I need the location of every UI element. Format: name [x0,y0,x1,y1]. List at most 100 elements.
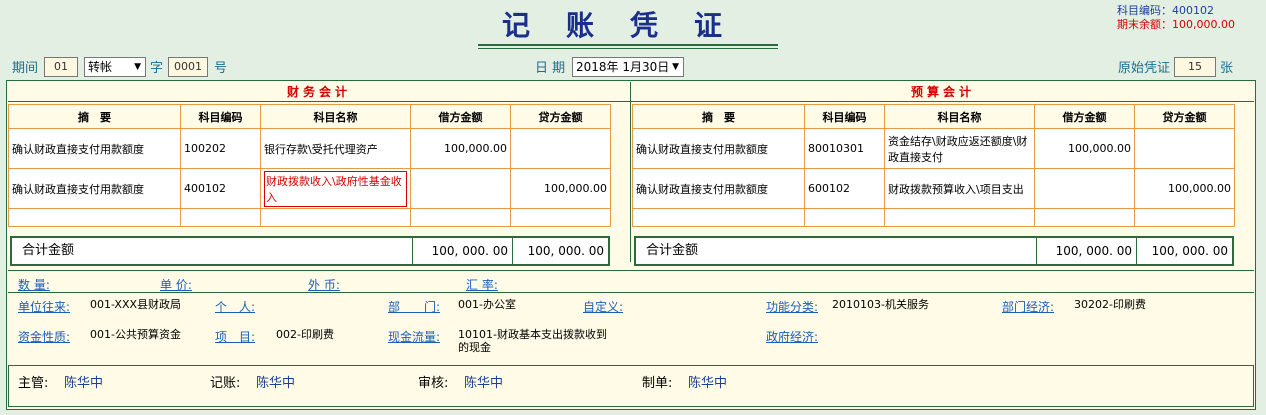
dept-economy-value: 30202-印刷费 [1074,298,1146,311]
summary-cell[interactable]: 确认财政直接支付用款额度 [8,168,181,209]
debit-cell[interactable]: 100,000.00 [410,128,511,169]
subject-name-cell[interactable]: 财政拨款预算收入\项目支出 [884,168,1035,209]
credit-cell[interactable]: 100,000.00 [510,168,611,209]
department-value: 001-办公室 [458,298,516,311]
summary-cell[interactable]: 确认财政直接支付用款额度 [8,128,181,169]
empty-cell[interactable] [1034,208,1135,227]
project-value: 002-印刷费 [276,328,334,341]
empty-cell[interactable] [410,208,511,227]
voucher-type-value: 转帐 [88,60,113,74]
original-voucher-count-input[interactable]: 15 [1174,57,1216,77]
debit-cell[interactable]: 100,000.00 [1034,128,1135,169]
subject-code-cell[interactable]: 100202 [180,128,261,169]
supervisor-name: 陈华中 [64,376,104,391]
voucher-title: 记账凭证 [501,9,758,42]
supervisor-label: 主管: [18,376,49,391]
unit-contact-link[interactable]: 单位往来: [18,298,70,315]
column-divider [630,82,631,262]
col-credit: 贷方金额 [1134,104,1235,129]
cash-flow-link[interactable]: 现金流量: [388,328,440,345]
empty-cell[interactable] [1134,208,1235,227]
period-end-balance: 期末余额：100,000.00 [1117,18,1235,31]
aux-divider [8,292,1254,293]
maker-name: 陈华中 [688,376,728,391]
empty-cell[interactable] [260,208,411,227]
function-class-link[interactable]: 功能分类: [766,298,818,315]
dept-economy-link[interactable]: 部门经济: [1002,298,1054,315]
table-header-row: 摘 要 科目编码 科目名称 借方金额 贷方金额 [632,104,1235,129]
date-label: 日 期 [535,61,566,76]
empty-cell[interactable] [8,208,181,227]
zi-label: 字 [150,61,164,76]
voucher-type-select[interactable]: 转帐 ▼ [84,57,146,77]
subject-code-cell[interactable]: 400102 [180,168,261,209]
empty-cell[interactable] [632,208,805,227]
finance-accounting-title: 财务会计 [286,85,351,99]
person-link[interactable]: 个 人: [215,298,255,315]
unit-contact-value: 001-XXX县财政局 [90,298,182,311]
budget-total-row: 合计金额 100, 000. 00 100, 000. 00 [634,236,1234,266]
total-debit: 100, 000. 00 [1036,238,1136,264]
fund-nature-link[interactable]: 资金性质: [18,328,70,345]
period-input[interactable]: 01 [44,57,78,77]
auditor-label: 审核: [418,376,449,391]
chevron-down-icon: ▼ [672,62,679,72]
date-picker[interactable]: 2018年 1月30日 ▼ [572,57,684,77]
table-row-empty[interactable] [8,208,611,227]
project-link[interactable]: 项 目: [215,328,255,345]
credit-cell[interactable] [510,128,611,169]
total-label: 合计金额 [22,243,75,258]
title-underline [478,44,778,46]
fund-nature-value: 001-公共预算资金 [90,328,181,341]
department-link[interactable]: 部 门: [388,298,440,315]
unit-price-link[interactable]: 单 价: [160,276,192,293]
function-class-value: 2010103-机关服务 [832,298,929,311]
subject-name-cell[interactable]: 资金结存\财政应返还额度\财政直接支付 [884,128,1035,169]
total-credit: 100, 000. 00 [1136,238,1232,264]
foreign-currency-link[interactable]: 外 币: [308,276,340,293]
table-row[interactable]: 确认财政直接支付用款额度 80010301 资金结存\财政应返还额度\财政直接支… [632,128,1235,169]
table-row[interactable]: 确认财政直接支付用款额度 400102 财政拨款收入\政府性基金收入 100,0… [8,168,611,209]
exchange-rate-link[interactable]: 汇 率: [466,276,498,293]
subject-code-cell[interactable]: 600102 [804,168,885,209]
cash-flow-value-line2: 的现金 [458,341,491,354]
debit-cell[interactable] [410,168,511,209]
period-label: 期间 [12,61,39,76]
total-label: 合计金额 [646,243,699,258]
voucher-number-input[interactable]: 0001 [168,57,208,77]
section-divider [8,101,1254,102]
aux-divider-top [8,270,1254,271]
empty-cell[interactable] [180,208,261,227]
col-subject-code: 科目编码 [180,104,261,129]
table-row[interactable]: 确认财政直接支付用款额度 600102 财政拨款预算收入\项目支出 100,00… [632,168,1235,209]
summary-cell[interactable]: 确认财政直接支付用款额度 [632,168,805,209]
table-row[interactable]: 确认财政直接支付用款额度 100202 银行存款\受托代理资产 100,000.… [8,128,611,169]
budget-entries-table: 摘 要 科目编码 科目名称 借方金额 贷方金额 确认财政直接支付用款额度 800… [632,104,1235,227]
col-debit: 借方金额 [410,104,511,129]
credit-cell[interactable] [1134,128,1235,169]
subject-code-cell[interactable]: 80010301 [804,128,885,169]
finance-entries-table: 摘 要 科目编码 科目名称 借方金额 贷方金额 确认财政直接支付用款额度 100… [8,104,611,227]
empty-cell[interactable] [510,208,611,227]
table-row-empty[interactable] [632,208,1235,227]
debit-cell[interactable] [1034,168,1135,209]
bookkeeper-label: 记账: [210,376,241,391]
gov-economy-link[interactable]: 政府经济: [766,328,818,345]
empty-cell[interactable] [884,208,1035,227]
total-credit: 100, 000. 00 [512,238,608,264]
empty-cell[interactable] [804,208,885,227]
summary-cell[interactable]: 确认财政直接支付用款额度 [632,128,805,169]
subject-name-cell[interactable]: 银行存款\受托代理资产 [260,128,411,169]
maker-label: 制单: [642,376,673,391]
finance-total-row: 合计金额 100, 000. 00 100, 000. 00 [10,236,610,266]
table-header-row: 摘 要 科目编码 科目名称 借方金额 贷方金额 [8,104,611,129]
col-summary: 摘 要 [632,104,805,129]
subject-name-text: 财政拨款收入\政府性基金收入 [264,170,407,207]
subject-name-cell-selected[interactable]: 财政拨款收入\政府性基金收入 [260,168,411,209]
custom-link[interactable]: 自定义: [583,298,623,315]
credit-cell[interactable]: 100,000.00 [1134,168,1235,209]
signature-footer [8,365,1254,407]
col-subject-code: 科目编码 [804,104,885,129]
total-debit: 100, 000. 00 [412,238,512,264]
quantity-link[interactable]: 数 量: [18,276,50,293]
